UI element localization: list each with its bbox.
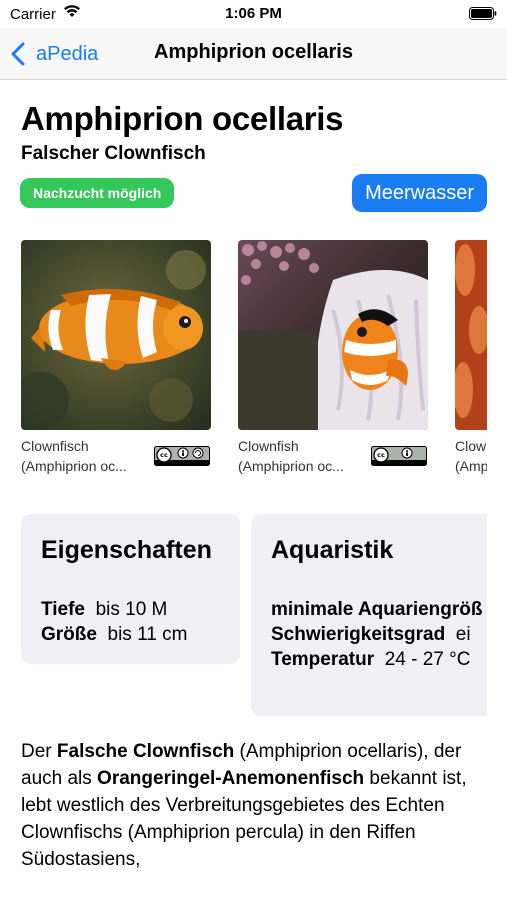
breeding-badge: Nachzucht möglich <box>20 178 175 208</box>
page-subtitle: Falscher Clownfisch <box>21 143 206 164</box>
property-value: bis 10 M <box>95 599 168 620</box>
aquaristics-label: minimale Aquariengröß <box>271 599 483 620</box>
svg-text:cc: cc <box>377 451 385 459</box>
property-value: bis 11 cm <box>107 624 188 645</box>
property-label: Größe <box>41 624 97 645</box>
scroll-fade <box>0 868 507 900</box>
svg-text:cc: cc <box>160 451 168 459</box>
nav-title: Amphiprion ocellaris <box>154 41 353 63</box>
clownfish-photo[interactable] <box>21 240 211 430</box>
aquaristics-row: Schwierigkeitsgrad ei <box>271 622 487 647</box>
photo-card[interactable]: Clow (Amp <box>455 240 487 476</box>
photo-gallery[interactable]: Clownfisch (Amphiprion oc... cc Clownfis… <box>21 240 487 480</box>
aquaristics-value: 24 - 27 °C <box>384 649 471 670</box>
clownfish-photo[interactable] <box>238 240 428 430</box>
aquaristics-value: ei <box>455 624 471 645</box>
photo-caption: Clow (Amp <box>455 438 487 474</box>
water-type-button[interactable]: Meerwasser <box>352 174 487 212</box>
aquaristics-label: Schwierigkeitsgrad <box>271 624 446 645</box>
cc-by-icon[interactable]: cc <box>371 446 427 466</box>
properties-card[interactable]: Eigenschaften Tiefe bis 10 M Größe bis 1… <box>21 514 240 664</box>
aquaristics-title: Aquaristik <box>271 536 394 564</box>
photo-card[interactable]: Clownfisch (Amphiprion oc... cc <box>21 240 211 476</box>
species-description: Der Falsche Clownfisch (Amphiprion ocell… <box>21 741 467 870</box>
common-name-highlight: Falsche Clownfisch <box>56 741 235 762</box>
page-title: Amphiprion ocellaris <box>21 100 344 137</box>
status-time: 1:06 PM <box>225 5 282 22</box>
status-bar: Carrier 1:06 PM <box>0 0 507 28</box>
aquaristics-card[interactable]: Aquaristik minimale Aquariengröß Schwier… <box>251 514 487 716</box>
photo-card[interactable]: Clownfish (Amphiprion oc... cc <box>238 240 428 476</box>
info-cards[interactable]: Eigenschaften Tiefe bis 10 M Größe bis 1… <box>21 514 487 719</box>
property-row: Größe bis 11 cm <box>41 622 220 647</box>
aquaristics-row: Temperatur 24 - 27 °C <box>271 647 487 672</box>
properties-title: Eigenschaften <box>41 536 212 564</box>
cc-by-sa-icon[interactable]: cc <box>154 446 210 466</box>
photo-caption: Clownfish (Amphiprion oc... <box>238 438 344 474</box>
property-row: Tiefe bis 10 M <box>41 597 220 622</box>
photo-caption: Clownfisch (Amphiprion oc... <box>21 438 127 474</box>
alt-name-highlight: Orangeringel-Anemonenfisch <box>97 768 365 789</box>
aquaristics-row: minimale Aquariengröß <box>271 597 487 622</box>
battery-icon <box>469 7 497 20</box>
aquaristics-label: Temperatur <box>271 649 375 670</box>
navigation-bar: aPedia Amphiprion ocellaris <box>0 28 507 80</box>
clownfish-photo[interactable] <box>455 240 487 430</box>
property-label: Tiefe <box>41 599 86 620</box>
